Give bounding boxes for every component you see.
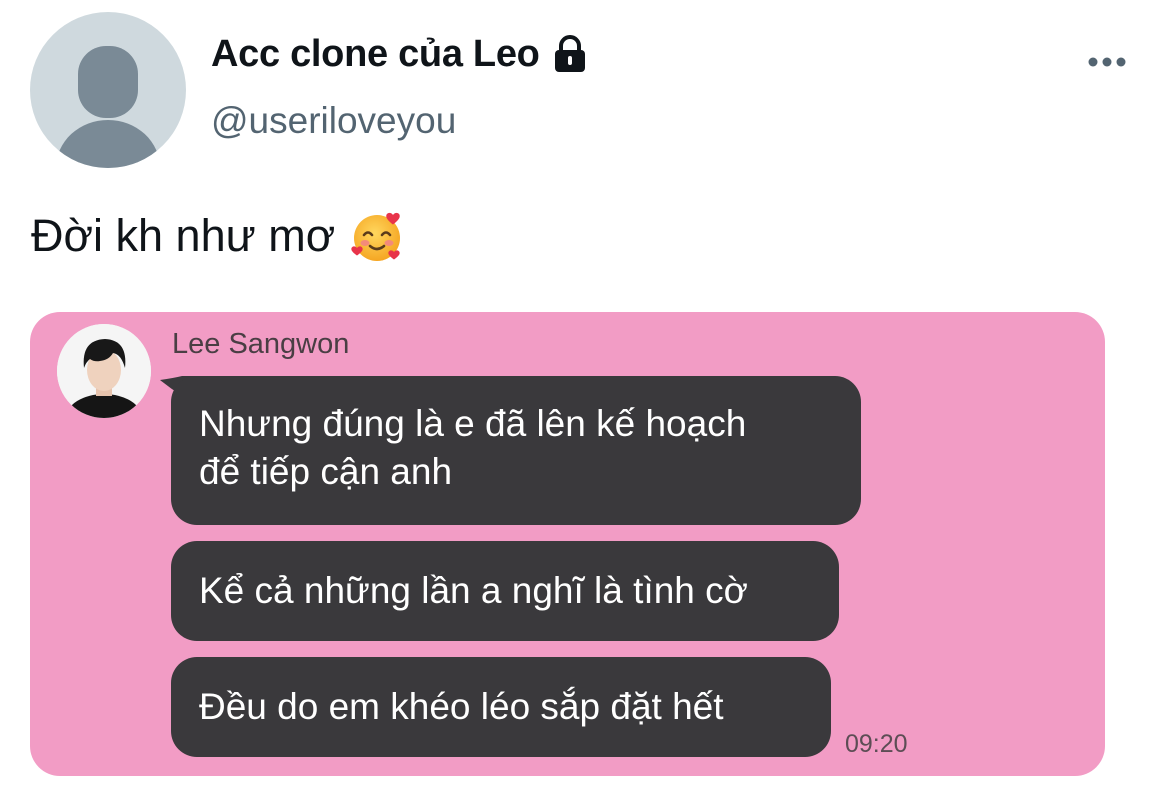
sender-photo-icon [57,324,151,418]
message-text: Nhưng đúng là e đã lên kế hoạch [199,403,747,444]
tweet-text-content: Đời kh như mơ [31,210,336,261]
message-text: Kể cả những lần a nghĩ là tình cờ [199,570,748,611]
tweet-text: Đời kh như mơ [31,206,405,266]
message-text: để tiếp cận anh [199,451,453,492]
tweet-media-image[interactable]: Lee Sangwon Nhưng đúng là e đã lên kế ho… [30,312,1105,776]
message-text: Đều do em khéo léo sắp đặt hết [199,686,724,727]
author-display-name[interactable]: Acc clone của Leo [211,30,590,78]
message-bubble: Đều do em khéo léo sắp đặt hết [171,657,831,757]
message-bubble: Kể cả những lần a nghĩ là tình cờ [171,541,839,641]
display-name-text: Acc clone của Leo [211,33,540,75]
author-avatar[interactable] [30,12,186,168]
more-horizontal-icon[interactable] [1085,52,1129,72]
smiling-face-with-hearts-icon [351,212,401,261]
sender-avatar [57,324,151,418]
message-timestamp: 09:20 [845,730,908,758]
author-username[interactable]: @useriloveyou [211,98,456,144]
message-bubble: Nhưng đúng là e đã lên kế hoạch để tiếp … [171,376,861,525]
sender-name: Lee Sangwon [172,328,350,360]
lock-icon [554,35,585,72]
default-avatar-icon [56,46,160,168]
